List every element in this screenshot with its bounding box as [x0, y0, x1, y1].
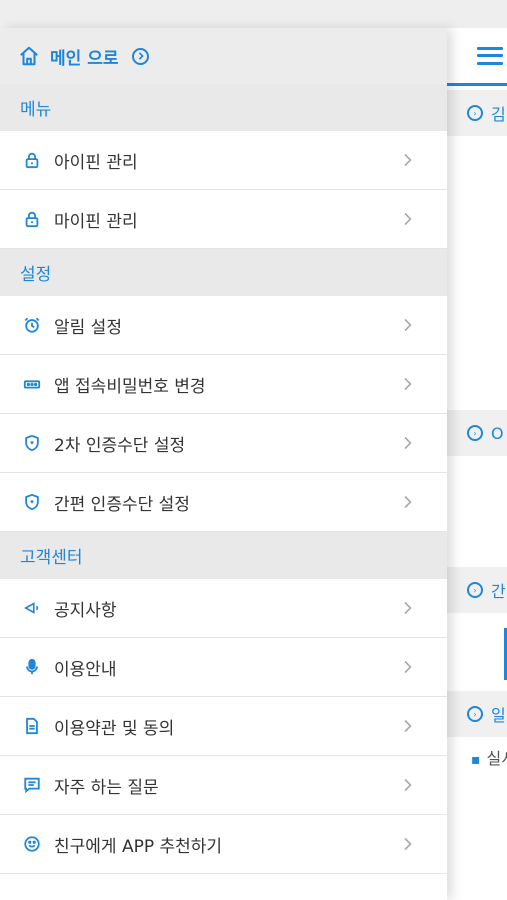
menu-item[interactable]: 아이핀 관리: [0, 131, 447, 190]
background-section-4[interactable]: › 일: [447, 691, 507, 737]
menu-item[interactable]: 공지사항: [0, 579, 447, 638]
background-section-label: 간: [491, 582, 506, 601]
background-section-1[interactable]: › 김: [447, 90, 507, 136]
microphone-icon: [22, 657, 42, 677]
home-link[interactable]: 메인 으로: [0, 28, 447, 84]
megaphone-icon: [22, 598, 42, 618]
background-section-3[interactable]: › 간: [447, 567, 507, 613]
background-bullet-text: 실시: [486, 749, 507, 768]
chevron-right-icon: [404, 377, 412, 391]
menu-item-label: 알림 설정: [54, 317, 122, 338]
hamburger-menu-icon[interactable]: [477, 46, 503, 65]
menu-item-label: 이용안내: [54, 659, 117, 680]
background-section-label: 일: [491, 706, 506, 725]
menu-item-label: 이용약관 및 동의: [54, 718, 175, 739]
chevron-right-icon: [404, 601, 412, 615]
menu-item-label: 마이핀 관리: [54, 211, 138, 232]
screen: ›김 ›O ›간 ›일 ▪실시 메인 으로 메뉴아이핀 관리마이핀 관리설정알림…: [0, 0, 507, 900]
document-icon: [22, 716, 42, 736]
shield-icon: [22, 492, 42, 512]
chevron-right-icon: [404, 153, 412, 167]
menu-item-label: 앱 접속비밀번호 변경: [54, 376, 206, 397]
section-header: 메뉴: [0, 84, 447, 131]
chevron-right-icon: [404, 495, 412, 509]
chevron-right-icon: [404, 212, 412, 226]
chat-icon: [22, 775, 42, 795]
background-bullet-item: ▪실시: [471, 745, 507, 769]
background-section-label: 김: [491, 105, 506, 124]
smile-icon: [22, 834, 42, 854]
arrow-circle-icon: [132, 47, 150, 65]
home-icon: [20, 46, 38, 66]
menu-item[interactable]: 알림 설정: [0, 296, 447, 355]
menu-item-label: 공지사항: [54, 600, 117, 621]
side-drawer: 메인 으로 메뉴아이핀 관리마이핀 관리설정알림 설정앱 접속비밀번호 변경 2차…: [0, 28, 447, 900]
menu-item-label: 간편 인증수단 설정: [54, 494, 190, 515]
section-header: 고객센터: [0, 532, 447, 579]
chevron-circle-icon: ›: [467, 706, 483, 722]
background-section-2[interactable]: › O: [447, 410, 507, 456]
background-app: ›김 ›O ›간 ›일 ▪실시: [447, 28, 507, 900]
background-section-label: O: [491, 423, 504, 443]
menu-item[interactable]: 이용약관 및 동의: [0, 697, 447, 756]
section-header: 설정: [0, 249, 447, 296]
menu-item[interactable]: 마이핀 관리: [0, 190, 447, 249]
menu-item[interactable]: 2차 인증수단 설정: [0, 414, 447, 473]
chevron-circle-icon: ›: [467, 425, 483, 441]
chevron-right-icon: [404, 436, 412, 450]
menu-item[interactable]: 앱 접속비밀번호 변경: [0, 355, 447, 414]
menu-item-label: 자주 하는 질문: [54, 777, 159, 798]
home-label: 메인 으로: [50, 48, 119, 69]
chevron-circle-icon: ›: [467, 582, 483, 598]
background-header: [447, 28, 507, 86]
chevron-right-icon: [404, 837, 412, 851]
menu-item-label: 2차 인증수단 설정: [54, 435, 186, 456]
menu-item[interactable]: 자주 하는 질문: [0, 756, 447, 815]
chevron-right-icon: [404, 719, 412, 733]
chevron-right-icon: [404, 778, 412, 792]
chevron-right-icon: [404, 318, 412, 332]
chevron-circle-icon: ›: [467, 105, 483, 121]
shield-icon: [22, 433, 42, 453]
menu-item-label: 아이핀 관리: [54, 152, 138, 173]
chevron-right-icon: [404, 660, 412, 674]
menu-item[interactable]: 이용안내: [0, 638, 447, 697]
lock-icon: [22, 209, 42, 229]
menu-item[interactable]: 친구에게 APP 추천하기: [0, 815, 447, 874]
menu-item[interactable]: 간편 인증수단 설정: [0, 473, 447, 532]
drawer-menu: 메뉴아이핀 관리마이핀 관리설정알림 설정앱 접속비밀번호 변경 2차 인증수단 …: [0, 84, 447, 874]
password-icon: [22, 374, 42, 394]
menu-item-label: 친구에게 APP 추천하기: [54, 836, 223, 857]
alarm-clock-icon: [22, 315, 42, 335]
lock-icon: [22, 150, 42, 170]
